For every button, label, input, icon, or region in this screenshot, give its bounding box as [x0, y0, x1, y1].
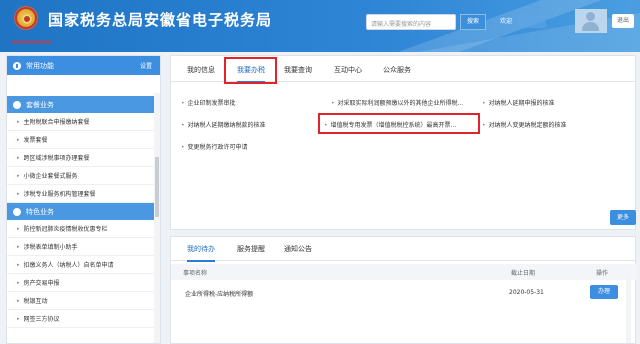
welcome-text: 欢迎 [500, 18, 513, 25]
sidebar: 常用功能 设置 套餐业务 主附税联合申报缴纳套餐 发票套餐 跨区域涉税事项办理套… [6, 55, 161, 344]
logout-button[interactable]: 退出 [612, 14, 634, 28]
tab-interaction[interactable]: 互动中心 [334, 65, 362, 75]
tab-my-todo[interactable]: 我的待办 [187, 244, 215, 262]
handle-button[interactable]: 办理 [590, 285, 618, 299]
star-icon [13, 61, 21, 70]
section-title: 套餐业务 [26, 100, 54, 109]
table-row: 企业所得税-应纳税所得额 2020-05-31 办理 [171, 285, 637, 303]
todo-panel: 我的待办 服务提醒 通知公告 事项名称 截止日期 操作 企业所得税-应纳税所得额… [170, 236, 637, 344]
col-item-name: 事项名称 [183, 270, 208, 277]
sidebar-scrollbar[interactable] [154, 93, 160, 343]
special-icon [13, 207, 21, 216]
common-functions-header[interactable]: 常用功能 设置 [7, 56, 160, 75]
more-button[interactable]: 更多 [610, 210, 636, 225]
todo-scrollbar[interactable] [626, 267, 631, 343]
sidebar-item[interactable]: 税银互动 [7, 292, 160, 310]
tax-emblem-icon [14, 6, 38, 30]
table-header: 事项名称 截止日期 操作 [171, 264, 637, 280]
sidebar-section-package[interactable]: 套餐业务 [7, 96, 160, 113]
sidebar-item[interactable]: 主附税联合申报缴纳套餐 [7, 113, 160, 131]
col-deadline: 截止日期 [511, 270, 536, 277]
sidebar-item[interactable]: 扣缴义务人（纳税人）自名单申请 [7, 256, 160, 274]
link-change-quota[interactable]: 对纳税人变更纳税定额的核准 [482, 120, 567, 129]
highlight-box-tab [224, 57, 277, 84]
package-icon [13, 100, 21, 109]
settings-link[interactable]: 设置 [140, 61, 152, 70]
tab-my-info[interactable]: 我的信息 [187, 65, 215, 75]
main-panel: 我的信息 我要办税 我要查询 互动中心 公众服务 企业印制发票审批 对采取实际利… [170, 55, 636, 230]
search-button[interactable]: 搜索 [460, 14, 486, 30]
tab-public-service[interactable]: 公众服务 [383, 65, 411, 75]
sidebar-item[interactable]: 小微企业套餐式服务 [7, 167, 160, 185]
username-redacted [518, 14, 546, 28]
sidebar-item[interactable]: 发票套餐 [7, 131, 160, 149]
sidebar-item[interactable]: 跨区域涉税事项办理套餐 [7, 149, 160, 167]
site-header: 国家税务总局安徽省电子税务局 请输入需要搜索的内容 搜索 欢迎 退出 [0, 0, 640, 52]
search-input[interactable]: 请输入需要搜索的内容 [366, 14, 456, 30]
sidebar-item[interactable]: 涉税专业服务机构管理套餐 [7, 185, 160, 203]
col-action: 操作 [596, 270, 609, 277]
sidebar-item[interactable]: 涉税表单填制小助手 [7, 238, 160, 256]
user-avatar-icon[interactable] [575, 9, 607, 33]
sidebar-item[interactable]: 防控新冠肺炎疫情税收优惠专栏 [7, 220, 160, 238]
sidebar-section-special[interactable]: 特色业务 [7, 203, 160, 220]
signature-mark [10, 35, 54, 43]
link-delay-declare[interactable]: 对纳税人延期申报的核准 [482, 98, 555, 107]
sidebar-item[interactable]: 网签三方协议 [7, 310, 160, 328]
row-deadline: 2020-05-31 [509, 289, 544, 296]
row-item-name: 企业所得税-应纳税所得额 [185, 291, 254, 298]
common-functions-body [7, 75, 160, 96]
sidebar-item[interactable]: 房产交易申报 [7, 274, 160, 292]
link-invoice-approval[interactable]: 企业印制发票审批 [181, 98, 236, 107]
highlight-box-link [318, 113, 480, 134]
link-income-tax[interactable]: 对采取实际利润额预缴以外的其他企业所得税... [331, 98, 464, 107]
tab-service-reminder[interactable]: 服务提醒 [237, 244, 265, 254]
section-title: 特色业务 [26, 207, 54, 216]
scroll-thumb[interactable] [155, 157, 159, 217]
tab-query[interactable]: 我要查询 [284, 65, 312, 75]
link-delay-payment[interactable]: 对纳税人延期缴纳税款的核准 [181, 120, 266, 129]
link-license-change[interactable]: 变更税务行政许可申请 [181, 142, 248, 151]
tab-notice[interactable]: 通知公告 [284, 244, 312, 254]
site-title: 国家税务总局安徽省电子税务局 [48, 11, 273, 29]
todo-tabs: 我的待办 服务提醒 通知公告 [171, 237, 635, 262]
common-functions-title: 常用功能 [26, 61, 54, 70]
